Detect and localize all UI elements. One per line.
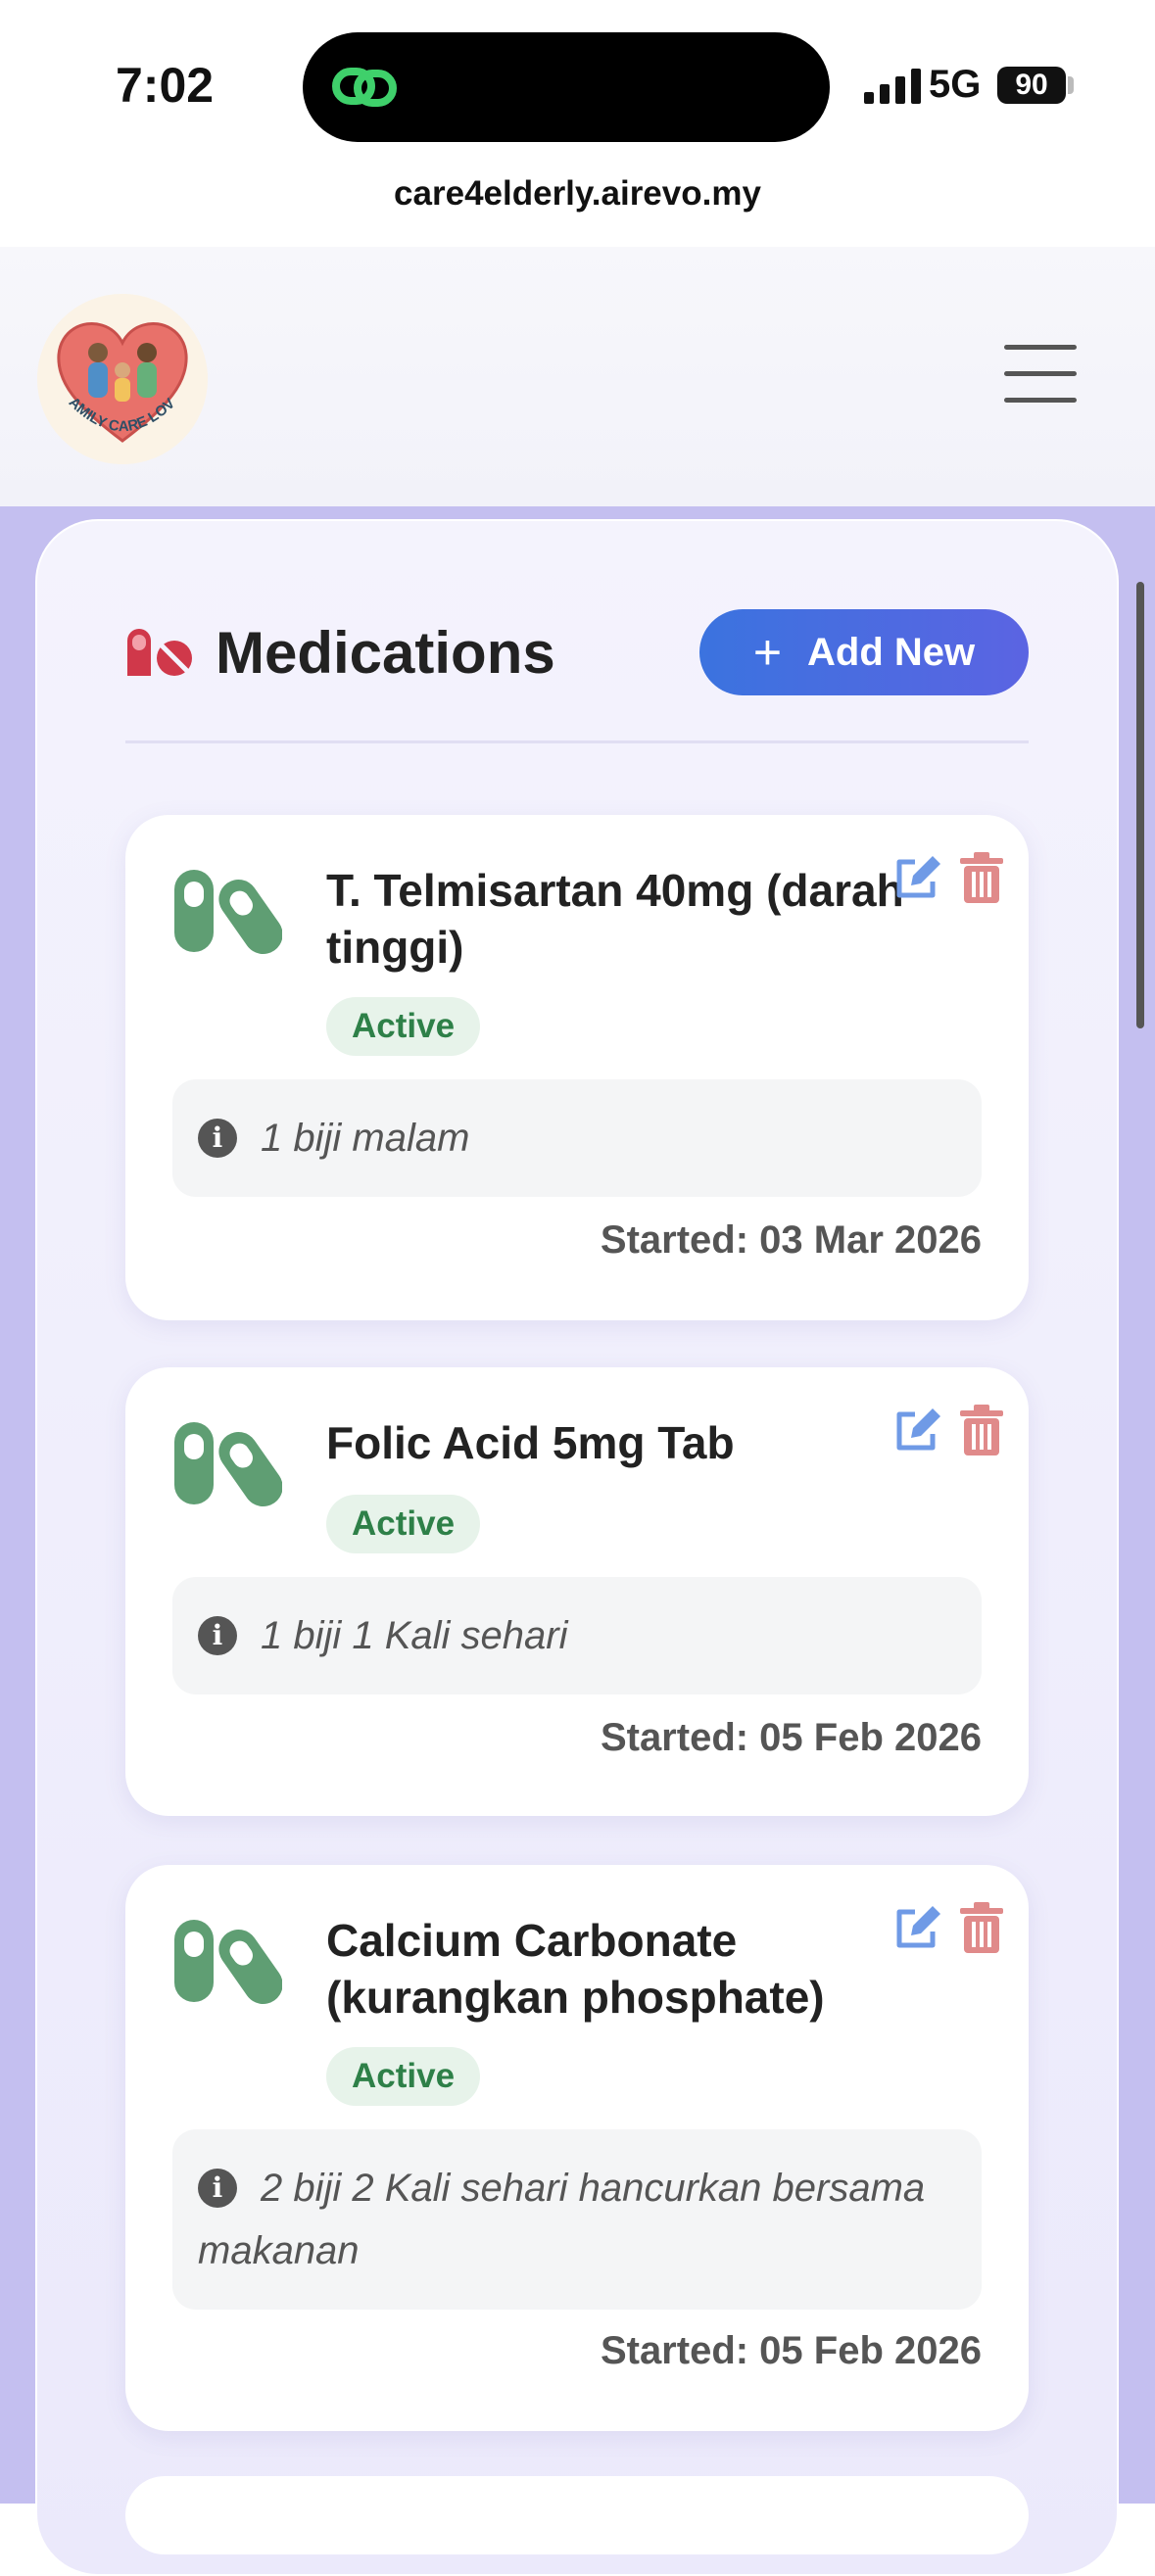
battery-icon: 90: [997, 67, 1066, 104]
hamburger-line: [1004, 371, 1077, 376]
note-text: 1 biji 1 Kali sehari: [261, 1614, 568, 1657]
plus-icon: +: [752, 625, 783, 680]
edit-icon[interactable]: [893, 1902, 944, 1953]
pills-icon: [174, 1920, 282, 2005]
hamburger-line: [1004, 345, 1077, 350]
scrollbar[interactable]: [1136, 582, 1144, 1028]
started-date: Started: 05 Feb 2026: [600, 1716, 982, 1759]
note-text: 2 biji 2 Kali sehari hancurkan bersama m…: [198, 2167, 926, 2272]
status-badge: Active: [326, 2047, 481, 2106]
hamburger-line: [1004, 398, 1077, 403]
page-title: Medications: [216, 620, 555, 686]
medication-name: Calcium Carbonate (kurangkan phosphate): [326, 1915, 825, 2023]
add-new-label: Add New: [807, 630, 976, 674]
status-badge: Active: [326, 1495, 481, 1553]
pills-icon: [174, 870, 282, 955]
edit-icon[interactable]: [893, 852, 944, 903]
pills-icon: [127, 629, 192, 676]
started-date: Started: 05 Feb 2026: [600, 2329, 982, 2372]
divider: [125, 740, 1029, 743]
medication-name: T. Telmisartan 40mg (darah tinggi): [326, 865, 904, 973]
info-icon: i: [198, 2169, 237, 2208]
add-new-button[interactable]: + Add New: [699, 609, 1029, 695]
pills-icon: [174, 1422, 282, 1507]
info-icon: i: [198, 1119, 237, 1158]
url-bar[interactable]: care4elderly.airevo.my: [0, 174, 1155, 214]
link-icon: [332, 68, 397, 107]
dynamic-island: [303, 32, 830, 142]
battery-nub: [1068, 76, 1074, 94]
trash-icon[interactable]: [960, 852, 1003, 903]
medication-card-partial: [125, 2476, 1029, 2554]
medication-card: Calcium Carbonate (kurangkan phosphate) …: [125, 1865, 1029, 2431]
status-badge: Active: [326, 997, 481, 1056]
note-text: 1 biji malam: [261, 1117, 470, 1160]
medication-name: Folic Acid 5mg Tab: [326, 1417, 735, 1468]
medication-note: i2 biji 2 Kali sehari hancurkan bersama …: [172, 2129, 982, 2310]
signal-icon: [864, 69, 921, 104]
medication-card: T. Telmisartan 40mg (darah tinggi) Activ…: [125, 815, 1029, 1320]
trash-icon[interactable]: [960, 1902, 1003, 1953]
edit-icon[interactable]: [893, 1405, 944, 1455]
info-icon: i: [198, 1616, 237, 1655]
medication-note: i 1 biji malam: [172, 1079, 982, 1197]
medication-note: i 1 biji 1 Kali sehari: [172, 1577, 982, 1694]
family-care-logo[interactable]: FAMILY CARE LOVE: [37, 294, 208, 464]
network-label: 5G: [929, 63, 982, 106]
started-date: Started: 03 Mar 2026: [600, 1218, 982, 1262]
trash-icon[interactable]: [960, 1405, 1003, 1455]
hamburger-menu-icon[interactable]: [1004, 345, 1077, 404]
status-time: 7:02: [116, 58, 215, 113]
medication-card: Folic Acid 5mg Tab Active i 1 biji 1 Kali…: [125, 1367, 1029, 1816]
